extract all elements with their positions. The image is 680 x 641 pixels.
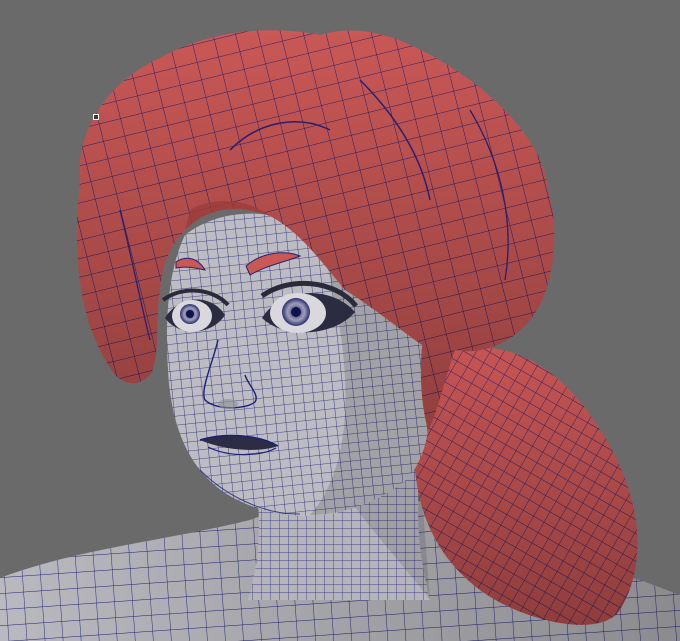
scene-render[interactable] — [0, 0, 680, 641]
3d-viewport[interactable] — [0, 0, 680, 641]
pivot-handle-icon[interactable] — [93, 114, 99, 120]
